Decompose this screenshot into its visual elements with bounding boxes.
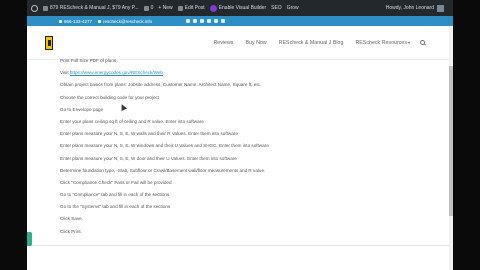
browser-viewport: 879 REScheck & Manual J, $79 Any P... 0 … bbox=[27, 0, 453, 270]
account-link[interactable]: Howdy, John Leonard bbox=[386, 4, 444, 12]
list-item: Enter plans measure your N, S, E, W wind… bbox=[60, 143, 269, 149]
contact-bar: 866-133-4277 rescheck@rescheck.info bbox=[27, 16, 453, 26]
nav-item-reviews[interactable]: Reviews bbox=[213, 40, 233, 46]
seo-link[interactable]: SEO bbox=[271, 5, 282, 11]
phone-icon bbox=[59, 19, 62, 23]
list-item: Determine foundation type, -Slab, Subflo… bbox=[60, 167, 266, 173]
avatar bbox=[437, 4, 444, 12]
list-item: Go to Envelope page bbox=[60, 106, 104, 112]
list-item: Click Print. bbox=[60, 228, 82, 234]
steps-list: Print Full Size PDF of plans Visit https… bbox=[60, 58, 440, 241]
linkedin-icon[interactable] bbox=[214, 19, 219, 23]
instagram-icon[interactable] bbox=[207, 19, 212, 23]
rescheck-web-link[interactable]: https://www.energycodes.gov/REScheck/Web bbox=[70, 70, 163, 75]
wordpress-icon[interactable] bbox=[31, 4, 38, 12]
facebook-icon[interactable] bbox=[186, 19, 191, 23]
site-logo[interactable] bbox=[45, 35, 53, 50]
list-item: Visit https://www.energycodes.gov/RESche… bbox=[60, 70, 163, 76]
phone-link[interactable]: 866-133-4277 bbox=[59, 19, 92, 24]
visual-builder-link[interactable]: Enable Visual Builder bbox=[209, 4, 266, 12]
comment-icon bbox=[143, 5, 149, 11]
list-item: Go to "Compliance" tab and fill in each … bbox=[60, 192, 170, 198]
chevron-down-icon: ▾ bbox=[407, 40, 410, 45]
list-item: Choose the correct building code for you… bbox=[60, 94, 160, 100]
list-item: Click "Compliance Check" Pass or Fail wi… bbox=[60, 179, 172, 185]
main-nav: Reviews Buy Now REScheck & Manual J Blog… bbox=[201, 40, 425, 46]
list-item: Click Save. bbox=[60, 216, 83, 222]
site-title-link[interactable]: 879 REScheck & Manual J, $79 Any P... bbox=[43, 5, 139, 11]
list-item: Print Full Size PDF of plans bbox=[60, 58, 117, 63]
home-icon bbox=[43, 5, 48, 11]
social-icons bbox=[186, 19, 228, 23]
site-header: Reviews Buy Now REScheck & Manual J Blog… bbox=[27, 26, 453, 60]
new-content-link[interactable]: + New bbox=[158, 5, 172, 11]
wp-admin-bar: 879 REScheck & Manual J, $79 Any P... 0 … bbox=[27, 0, 453, 16]
twitter-icon[interactable] bbox=[193, 19, 198, 23]
comments-link[interactable]: 0 bbox=[143, 5, 153, 11]
edit-post-link[interactable]: Edit Post bbox=[177, 5, 205, 11]
grow-link[interactable]: Grow bbox=[287, 5, 299, 11]
list-item: Obtain project basics from plans: Jobsit… bbox=[60, 82, 262, 88]
youtube-icon[interactable] bbox=[200, 19, 205, 23]
divi-icon bbox=[209, 4, 217, 12]
video-frame-left bbox=[0, 0, 27, 270]
pencil-icon bbox=[177, 5, 183, 11]
nav-item-buy-now[interactable]: Buy Now bbox=[245, 40, 266, 46]
envelope-icon bbox=[98, 19, 102, 23]
rss-icon[interactable] bbox=[221, 19, 226, 23]
list-item: Enter plans measure your N, S, E, W wall… bbox=[60, 131, 238, 137]
nav-item-blog[interactable]: REScheck & Manual J Blog bbox=[279, 40, 344, 46]
list-item: Enter plans measure your N, S, E, W door… bbox=[60, 155, 237, 161]
list-item: Enter your plans ceiling sq ft of ceilin… bbox=[60, 118, 204, 124]
nav-item-resources[interactable]: REScheck Resources bbox=[355, 40, 407, 46]
video-frame-right bbox=[453, 0, 480, 270]
email-link[interactable]: rescheck@rescheck.info bbox=[98, 19, 152, 24]
footer-divider bbox=[27, 245, 453, 246]
feedback-tab[interactable] bbox=[27, 232, 32, 246]
search-icon[interactable] bbox=[420, 40, 425, 45]
list-item: Go to the "Systems" tab and fill in each… bbox=[60, 204, 171, 210]
